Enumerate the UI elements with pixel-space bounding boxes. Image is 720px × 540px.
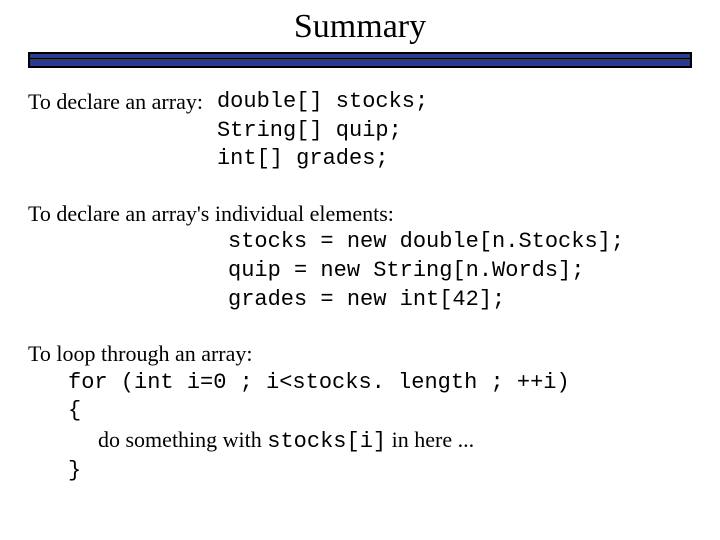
body-code: stocks[i] xyxy=(267,429,386,454)
loop-body: do something with stocks[i] in here ... xyxy=(68,426,692,457)
code-line: grades = new int[42]; xyxy=(228,286,692,315)
section-lead: To declare an array: xyxy=(28,88,203,117)
page-title: Summary xyxy=(28,8,692,46)
body-text: do something with xyxy=(98,427,267,452)
code-line: stocks = new double[n.Stocks]; xyxy=(228,228,692,257)
code-line: } xyxy=(68,457,692,486)
section-lead: To declare an array's individual element… xyxy=(28,200,692,229)
code-line: for (int i=0 ; i<stocks. length ; ++i) xyxy=(68,369,692,398)
code-line: int[] grades; xyxy=(217,145,428,174)
section-declare-array: To declare an array: double[] stocks; St… xyxy=(28,88,692,174)
section-declare-elements: To declare an array's individual element… xyxy=(28,200,692,314)
code-line: { xyxy=(68,397,692,426)
slide: Summary To declare an array: double[] st… xyxy=(0,0,720,485)
body-text: in here ... xyxy=(386,427,474,452)
code-line: double[] stocks; xyxy=(217,88,428,117)
section-lead: To loop through an array: xyxy=(28,340,692,369)
section-loop: To loop through an array: for (int i=0 ;… xyxy=(28,340,692,485)
code-line: String[] quip; xyxy=(217,117,428,146)
title-rule xyxy=(28,52,692,68)
code-line: quip = new String[n.Words]; xyxy=(228,257,692,286)
